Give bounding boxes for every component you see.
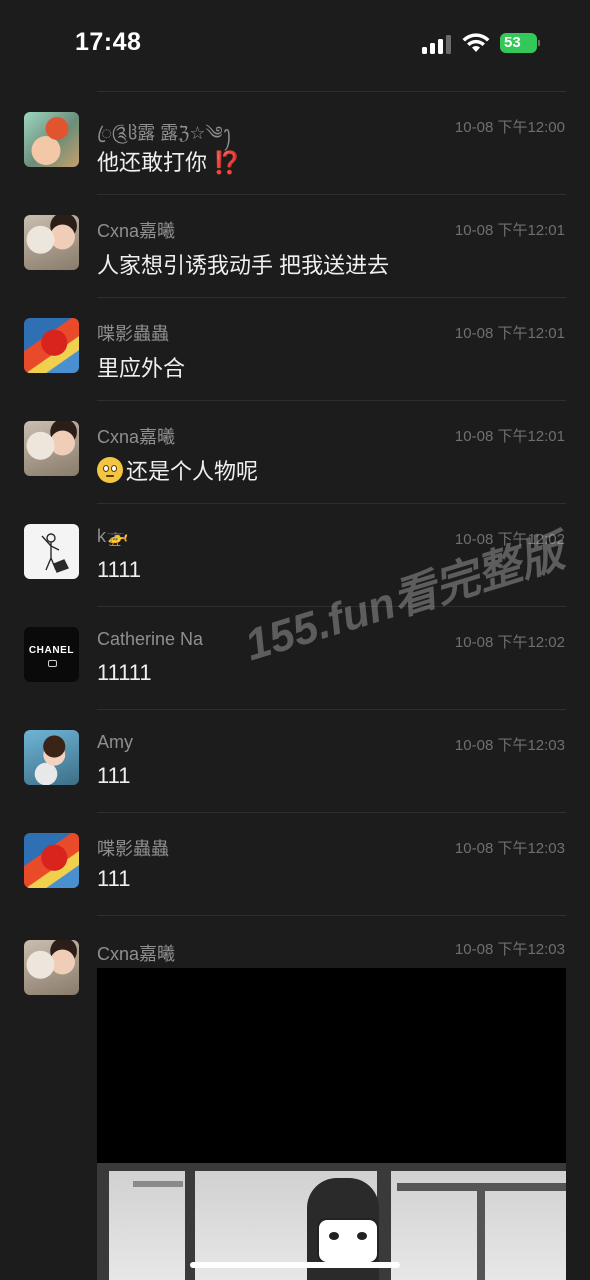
- user-avatar-icon[interactable]: [24, 421, 79, 476]
- message-text: 111: [97, 866, 131, 891]
- message-row[interactable]: Cxna嘉曦 10-08 下午12:01 人家想引诱我动手 把我送进去: [0, 195, 590, 298]
- message-timestamp: 10-08 下午12:03: [454, 840, 565, 857]
- message-row[interactable]: 喋影蟲蟲 10-08 下午12:03 111: [0, 813, 590, 916]
- flushed-face-icon: [97, 457, 123, 483]
- divider: [97, 915, 566, 916]
- sender-name: Cxna嘉曦: [97, 427, 176, 447]
- home-indicator[interactable]: [190, 1262, 400, 1268]
- sender-name: Amy: [97, 732, 133, 752]
- message-text: 里应外合: [97, 356, 186, 381]
- sender-name: Catherine Na: [97, 629, 204, 649]
- message-timestamp: 10-08 下午12:00: [454, 119, 565, 136]
- message-text: 还是个人物呢: [97, 454, 258, 486]
- avatar-label: CHANEL: [28, 645, 75, 656]
- message-row[interactable]: Amy 10-08 下午12:03 111: [0, 710, 590, 813]
- image-message-row[interactable]: Cxna嘉曦 10-08 下午12:03: [0, 928, 590, 1280]
- exclamation-question-icon: ⁉️: [213, 150, 241, 175]
- message-text: 他还敢打你 ⁉️: [97, 150, 241, 175]
- message-row[interactable]: ꦿ༊ჱ露 露ℨ☆༄ꫂ 10-08 下午12:00 他还敢打你 ⁉️: [0, 92, 590, 195]
- sender-name: Cxna嘉曦: [97, 221, 176, 241]
- user-avatar-icon[interactable]: [24, 112, 79, 167]
- user-avatar-icon[interactable]: [24, 318, 79, 373]
- chanel-logo-icon[interactable]: CHANEL: [24, 627, 79, 682]
- message-text: 人家想引诱我动手 把我送进去: [97, 253, 390, 278]
- sender-name: 喋影蟲蟲: [97, 324, 169, 344]
- message-timestamp: 10-08 下午12:01: [454, 325, 565, 342]
- message-text: 111: [97, 763, 131, 788]
- face-sticker-icon: [317, 1218, 379, 1264]
- user-avatar-icon[interactable]: [24, 833, 79, 888]
- message-text: 1111: [97, 557, 142, 582]
- sender-name: 喋影蟲蟲: [97, 839, 169, 859]
- message-timestamp: 10-08 下午12:03: [454, 737, 565, 754]
- screen: 17:48 53 ꦿ༊ჱ露 露ℨ☆༄ꫂ 10-08 下午12:00 他还敢打你 …: [0, 0, 590, 1280]
- message-photo[interactable]: [97, 968, 566, 1280]
- user-avatar-icon[interactable]: [24, 215, 79, 270]
- message-timestamp: 10-08 下午12:02: [454, 634, 565, 651]
- user-avatar-icon[interactable]: [24, 524, 79, 579]
- message-row[interactable]: Cxna嘉曦 10-08 下午12:01 还是个人物呢: [0, 401, 590, 504]
- message-timestamp: 10-08 下午12:03: [454, 941, 565, 958]
- sender-name: Cxna嘉曦: [97, 944, 176, 964]
- user-avatar-icon[interactable]: [24, 730, 79, 785]
- message-timestamp: 10-08 下午12:01: [454, 428, 565, 445]
- message-timestamp: 10-08 下午12:01: [454, 222, 565, 239]
- message-row[interactable]: 喋影蟲蟲 10-08 下午12:01 里应外合: [0, 298, 590, 401]
- message-text: 11111: [97, 660, 152, 685]
- sender-name: k🚁: [97, 526, 129, 546]
- user-avatar-icon[interactable]: [24, 940, 79, 995]
